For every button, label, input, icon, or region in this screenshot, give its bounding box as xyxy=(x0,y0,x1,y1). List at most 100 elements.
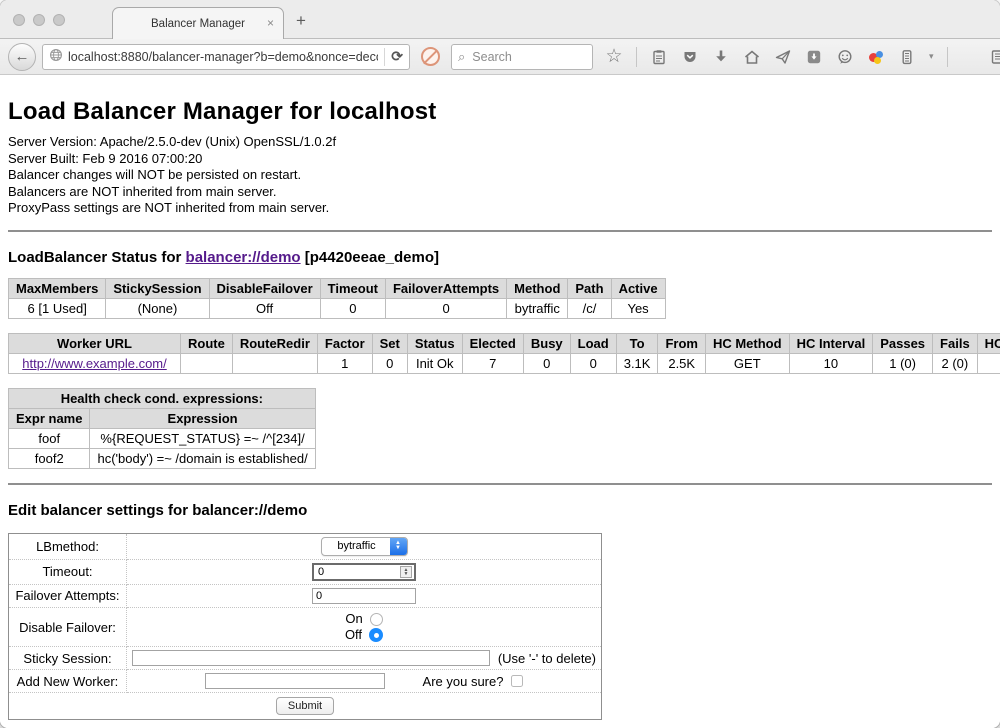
col-method: Method xyxy=(507,278,568,298)
minimize-window-button[interactable] xyxy=(33,14,45,26)
new-tab-button[interactable]: + xyxy=(296,12,306,29)
tab-balancer-manager[interactable]: Balancer Manager × xyxy=(112,7,284,39)
add-worker-label: Add New Worker: xyxy=(9,670,127,693)
url-text[interactable]: localhost:8880/balancer-manager?b=demo&n… xyxy=(68,50,378,64)
back-button[interactable]: ← xyxy=(8,43,36,71)
page-content: Load Balancer Manager for localhost Serv… xyxy=(0,75,1000,728)
close-window-button[interactable] xyxy=(13,14,25,26)
health-header-row: Expr name Expression xyxy=(9,408,316,428)
lbmethod-selected-value: bytraffic xyxy=(322,538,390,555)
timeout-label: Timeout: xyxy=(9,559,127,584)
health-title-row: Health check cond. expressions: xyxy=(9,388,316,408)
worker-table: Worker URL Route RouteRedir Factor Set S… xyxy=(8,333,1000,374)
col-maxmembers: MaxMembers xyxy=(9,278,106,298)
search-input[interactable] xyxy=(470,49,586,65)
search-icon: ⌕ xyxy=(458,49,465,65)
select-stepper-icon: ▲▼ xyxy=(390,538,407,555)
lbmethod-select[interactable]: bytraffic ▲▼ xyxy=(321,537,408,556)
sticky-session-input[interactable] xyxy=(132,650,490,666)
colored-dots-extension-icon[interactable] xyxy=(867,48,885,66)
clipboard-icon[interactable] xyxy=(650,48,668,66)
disable-failover-label: Disable Failover: xyxy=(9,608,127,647)
balancer-status-table: MaxMembers StickySession DisableFailover… xyxy=(8,278,666,319)
tab-close-icon[interactable]: × xyxy=(267,17,274,29)
chat-smiley-icon[interactable] xyxy=(836,48,854,66)
balancer-data-row: 6 [1 Used] (None) Off 0 0 bytraffic /c/ … xyxy=(9,298,666,318)
col-timeout: Timeout xyxy=(320,278,385,298)
submit-button[interactable]: Submit xyxy=(276,697,334,715)
maximize-window-button[interactable] xyxy=(53,14,65,26)
edit-balancer-heading: Edit balancer settings for balancer://de… xyxy=(8,502,992,519)
notice-inherit-balancers: Balancers are NOT inherited from main se… xyxy=(8,184,992,201)
health-row-foof2: foof2 hc('body') =~ /domain is establish… xyxy=(9,448,316,468)
sticky-session-hint: (Use '-' to delete) xyxy=(498,651,596,666)
are-you-sure-checkbox[interactable] xyxy=(511,675,523,687)
divider xyxy=(8,230,992,232)
reader-grid-icon[interactable] xyxy=(991,48,1000,66)
download-arrow-icon[interactable] xyxy=(712,48,730,66)
radio-on[interactable] xyxy=(370,613,383,626)
url-bar[interactable]: localhost:8880/balancer-manager?b=demo&n… xyxy=(42,44,410,70)
tab-title: Balancer Manager xyxy=(151,18,245,30)
worker-url-link[interactable]: http://www.example.com/ xyxy=(22,356,167,371)
search-bar[interactable]: ⌕ xyxy=(451,44,593,70)
health-row-foof: foof %{REQUEST_STATUS} =~ /^[234]/ xyxy=(9,428,316,448)
timeout-value: 0 xyxy=(316,566,400,578)
col-path: Path xyxy=(568,278,611,298)
home-icon[interactable] xyxy=(743,48,761,66)
globe-icon xyxy=(49,48,63,65)
bookmark-star-icon[interactable]: ☆ xyxy=(605,48,623,66)
submit-row: Submit xyxy=(9,693,602,720)
pocket-icon[interactable] xyxy=(681,48,699,66)
navigation-toolbar: ← localhost:8880/balancer-manager?b=demo… xyxy=(0,38,1000,75)
server-version: Server Version: Apache/2.5.0-dev (Unix) … xyxy=(8,134,992,151)
radio-off[interactable] xyxy=(369,628,383,642)
add-worker-row: Add New Worker: Are you sure? xyxy=(9,670,602,693)
balancer-demo-link[interactable]: balancer://demo xyxy=(186,249,301,266)
status-heading-prefix: LoadBalancer Status for xyxy=(8,249,186,266)
failover-attempts-row: Failover Attempts: 0 xyxy=(9,584,602,608)
balancer-header-row: MaxMembers StickySession DisableFailover… xyxy=(9,278,666,298)
health-check-table: Health check cond. expressions: Expr nam… xyxy=(8,388,316,469)
radio-off-label: Off xyxy=(345,627,362,643)
worker-header-row: Worker URL Route RouteRedir Factor Set S… xyxy=(9,333,1000,353)
status-heading-suffix: [p4420eeae_demo] xyxy=(301,249,439,266)
reload-icon[interactable]: ⟳ xyxy=(391,48,403,65)
col-stickysession: StickySession xyxy=(106,278,209,298)
browser-window: Balancer Manager × + ← localhost:8880/ba… xyxy=(0,0,1000,728)
sticky-session-label: Sticky Session: xyxy=(9,647,127,670)
failover-attempts-value: 0 xyxy=(316,590,322,602)
window-controls xyxy=(13,14,65,26)
col-expr-name: Expr name xyxy=(9,408,90,428)
server-built: Server Built: Feb 9 2016 07:00:20 xyxy=(8,151,992,168)
container-battery-icon[interactable] xyxy=(898,48,916,66)
add-worker-input[interactable] xyxy=(205,673,385,689)
save-to-device-icon[interactable] xyxy=(805,48,823,66)
content-blocked-icon[interactable] xyxy=(421,47,440,66)
toolbar-divider-2 xyxy=(947,47,948,67)
menu-hamburger-icon[interactable] xyxy=(961,50,978,63)
col-failoverattempts: FailoverAttempts xyxy=(385,278,506,298)
are-you-sure-label: Are you sure? xyxy=(423,674,504,689)
worker-data-row: http://www.example.com/ 1 0 Init Ok 7 0 … xyxy=(9,353,1000,373)
send-plane-icon[interactable] xyxy=(774,48,792,66)
number-stepper-icon[interactable]: ▲▼ xyxy=(400,566,412,578)
disable-failover-row: Disable Failover: On Off xyxy=(9,608,602,647)
chevron-down-icon[interactable]: ▾ xyxy=(929,51,934,62)
col-active: Active xyxy=(611,278,665,298)
failover-attempts-label: Failover Attempts: xyxy=(9,584,127,608)
edit-balancer-form: LBmethod: bytraffic ▲▼ Timeout: 0 ▲▼ xyxy=(8,533,602,721)
lbmethod-label: LBmethod: xyxy=(9,533,127,559)
loadbalancer-status-heading: LoadBalancer Status for balancer://demo … xyxy=(8,249,992,266)
col-worker-url: Worker URL xyxy=(9,333,181,353)
failover-attempts-input[interactable]: 0 xyxy=(312,588,416,604)
col-disablefailover: DisableFailover xyxy=(209,278,320,298)
col-expression: Expression xyxy=(90,408,315,428)
radio-on-label: On xyxy=(345,611,362,627)
divider-2 xyxy=(8,483,992,485)
notice-persist: Balancer changes will NOT be persisted o… xyxy=(8,167,992,184)
timeout-input[interactable]: 0 ▲▼ xyxy=(312,563,416,581)
health-table-title: Health check cond. expressions: xyxy=(9,388,316,408)
notice-inherit-proxypass: ProxyPass settings are NOT inherited fro… xyxy=(8,200,992,217)
toolbar-divider xyxy=(636,47,637,67)
